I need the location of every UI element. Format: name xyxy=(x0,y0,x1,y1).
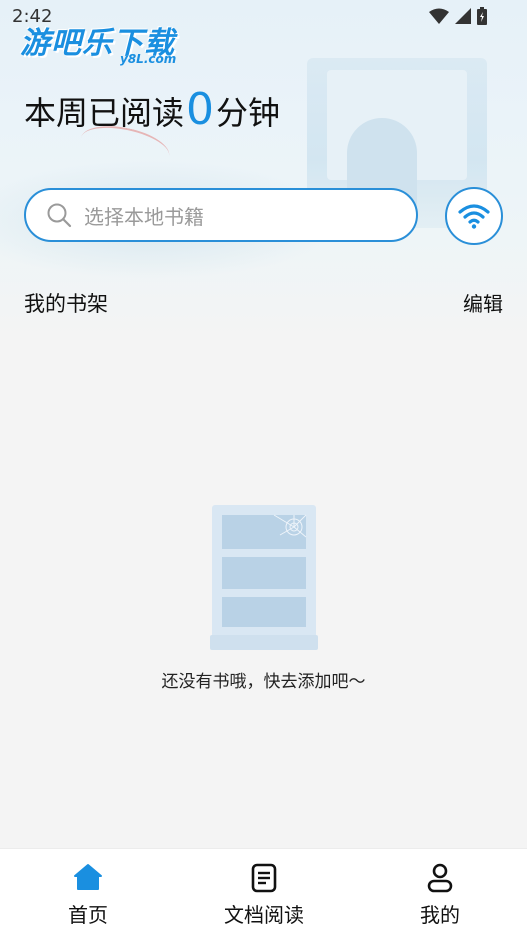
wifi-transfer-button[interactable] xyxy=(445,187,503,245)
search-placeholder: 选择本地书籍 xyxy=(84,204,204,229)
edit-button[interactable]: 编辑 xyxy=(463,288,503,317)
home-icon xyxy=(74,864,102,890)
bookshelf-title: 我的书架 xyxy=(24,292,108,316)
empty-shelf-message: 还没有书哦，快去添加吧～ xyxy=(161,672,366,692)
wifi-icon xyxy=(458,204,490,229)
tab-home[interactable]: 首页 xyxy=(0,849,176,938)
reading-prefix: 本周已阅读 xyxy=(24,94,185,132)
weekly-reading-summary: 本周已阅读 0 分钟 xyxy=(24,88,280,134)
wifi-signal-icon xyxy=(429,8,449,24)
document-icon xyxy=(251,863,277,893)
cell-signal-icon xyxy=(455,8,471,24)
battery-icon xyxy=(477,7,487,25)
reading-minutes: 0 xyxy=(186,84,215,135)
empty-bookshelf-illustration xyxy=(210,505,318,650)
tab-me-label: 我的 xyxy=(420,903,460,927)
search-icon xyxy=(47,203,72,228)
status-icons xyxy=(429,7,487,25)
reading-suffix: 分钟 xyxy=(216,94,281,132)
tab-document-label: 文档阅读 xyxy=(224,903,304,927)
tab-home-label: 首页 xyxy=(68,903,108,927)
watermark-subtitle: y8L.com xyxy=(120,52,177,66)
user-icon xyxy=(427,863,453,893)
tab-document-reading[interactable]: 文档阅读 xyxy=(176,849,352,938)
bottom-tab-bar: 首页 文档阅读 我的 xyxy=(0,848,527,938)
tab-me[interactable]: 我的 xyxy=(352,849,527,938)
search-bar[interactable]: 选择本地书籍 xyxy=(24,188,418,242)
